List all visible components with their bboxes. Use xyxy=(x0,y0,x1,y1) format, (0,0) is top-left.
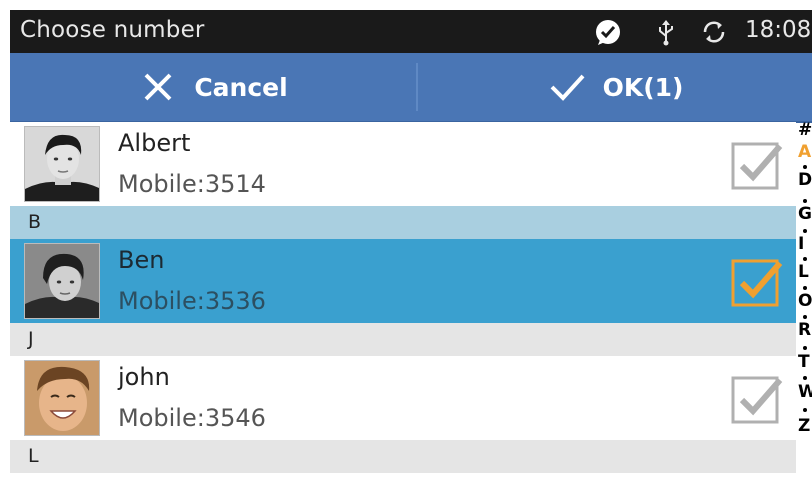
section-letter: J xyxy=(28,328,34,350)
section-letter: B xyxy=(28,211,42,233)
section-header-l: L xyxy=(10,440,796,473)
index-letter-d[interactable]: D xyxy=(798,170,812,190)
contact-name: john xyxy=(118,363,170,391)
index-dot xyxy=(803,315,807,319)
avatar xyxy=(24,360,100,436)
contact-phone: Mobile:3536 xyxy=(118,287,266,315)
index-dot xyxy=(803,346,807,350)
index-letter-o[interactable]: O xyxy=(798,291,812,311)
index-letter-a[interactable]: A xyxy=(798,142,811,162)
section-letter: L xyxy=(28,445,39,467)
checkbox-checked[interactable] xyxy=(730,253,786,309)
status-bar: Choose number 18:08 xyxy=(10,10,812,53)
index-dot xyxy=(803,199,807,203)
avatar xyxy=(24,126,100,202)
close-icon xyxy=(144,73,172,101)
index-letter-w[interactable]: W xyxy=(798,382,812,402)
index-letter-z[interactable]: Z xyxy=(798,416,810,436)
ok-label: OK(1) xyxy=(602,72,684,102)
chat-bubble-check-icon xyxy=(596,20,620,45)
sync-icon xyxy=(703,21,725,43)
usb-icon xyxy=(659,20,673,46)
contact-name: Ben xyxy=(118,246,165,274)
clock: 18:08 xyxy=(745,17,812,43)
section-header-b: B xyxy=(10,206,796,239)
contact-list[interactable]: Albert Mobile:3514 B Ben Mobile:3536 J j… xyxy=(10,122,796,483)
section-header-j: J xyxy=(10,323,796,356)
index-letter-g[interactable]: G xyxy=(798,204,812,224)
contact-row-john[interactable]: john Mobile:3546 xyxy=(10,356,796,440)
contact-phone: Mobile:3514 xyxy=(118,170,266,198)
checkmark-icon xyxy=(550,74,585,101)
action-bar: Cancel OK(1) xyxy=(10,53,812,123)
alphabet-index[interactable]: # A D G I L O R T W Z xyxy=(796,120,812,483)
ok-button[interactable]: OK(1) xyxy=(418,53,812,121)
index-dot xyxy=(803,257,807,261)
contact-row-ben[interactable]: Ben Mobile:3536 xyxy=(10,239,796,323)
avatar xyxy=(24,243,100,319)
contact-row-albert[interactable]: Albert Mobile:3514 xyxy=(10,122,796,206)
index-dot xyxy=(803,229,807,233)
cancel-label: Cancel xyxy=(194,72,288,102)
index-letter-l[interactable]: L xyxy=(798,262,809,282)
cancel-button[interactable]: Cancel xyxy=(10,53,416,121)
contact-phone: Mobile:3546 xyxy=(118,404,266,432)
index-letter-t[interactable]: T xyxy=(798,352,810,372)
checkbox[interactable] xyxy=(730,370,786,426)
index-dot xyxy=(803,165,807,169)
contact-name: Albert xyxy=(118,129,191,157)
checkbox[interactable] xyxy=(730,136,786,192)
index-dot xyxy=(803,286,807,290)
screen-title: Choose number xyxy=(20,17,205,43)
index-letter-r[interactable]: R xyxy=(798,320,811,340)
index-letter-i[interactable]: I xyxy=(798,234,804,254)
index-letter-hash[interactable]: # xyxy=(798,120,812,140)
index-dot xyxy=(803,408,807,412)
index-dot xyxy=(803,376,807,380)
